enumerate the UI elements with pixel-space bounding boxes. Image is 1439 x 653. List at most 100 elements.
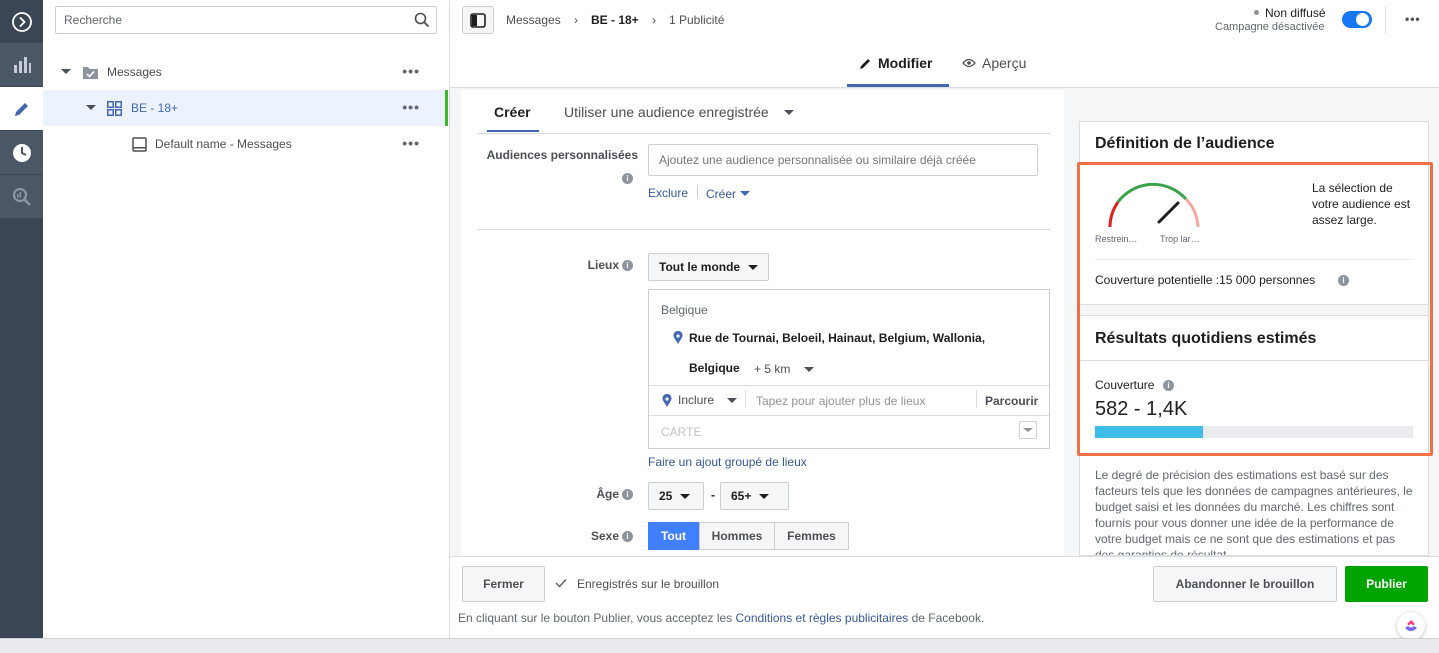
exclude-link[interactable]: Exclure bbox=[648, 186, 688, 200]
info-icon[interactable]: i bbox=[622, 531, 633, 542]
gender-label: Sexe bbox=[590, 529, 619, 543]
location-pin-icon bbox=[662, 394, 672, 407]
gender-men-button[interactable]: Hommes bbox=[699, 522, 775, 550]
bar-chart-icon bbox=[13, 56, 31, 73]
history-nav-button[interactable] bbox=[0, 131, 43, 174]
saved-status: Enregistrés sur le brouillon bbox=[577, 577, 720, 591]
status-title: Non diffusé bbox=[1265, 6, 1326, 20]
age-max-dropdown[interactable]: 65+ bbox=[720, 482, 789, 510]
dropdown-caret-icon bbox=[680, 493, 691, 499]
checkmark-icon bbox=[555, 578, 567, 588]
info-icon[interactable]: i bbox=[622, 489, 633, 500]
expand-nav-button[interactable] bbox=[0, 0, 43, 43]
sidebar-toggle-icon bbox=[470, 12, 486, 28]
dropdown-caret-icon[interactable] bbox=[804, 367, 814, 372]
tab-edit[interactable]: Modifier bbox=[859, 55, 932, 71]
terms-text: En cliquant sur le bouton Publier, vous … bbox=[458, 611, 985, 625]
breadcrumb-separator-icon: › bbox=[574, 13, 578, 27]
help-widget-button[interactable] bbox=[1397, 612, 1425, 640]
terms-link[interactable]: Conditions et règles publicitaires bbox=[736, 611, 909, 625]
audience-form: Créer Utiliser une audience enregistrée … bbox=[461, 90, 1064, 556]
subtab-indicator bbox=[487, 130, 539, 132]
pencil-icon bbox=[860, 58, 870, 69]
map-toggle[interactable]: CARTE bbox=[661, 425, 701, 439]
estimate-disclaimer: Le degré de précision des estimations es… bbox=[1095, 468, 1413, 556]
search-box bbox=[55, 6, 437, 34]
tab-preview[interactable]: Aperçu bbox=[962, 55, 1026, 71]
status-subtitle: Campagne désactivée bbox=[1215, 21, 1325, 33]
custom-audiences-label: Audiences personnalisées bbox=[486, 148, 638, 162]
edit-nav-button[interactable] bbox=[0, 87, 43, 130]
location-pin-icon bbox=[673, 331, 683, 344]
left-nav-rail bbox=[0, 0, 43, 638]
folder-check-icon bbox=[83, 67, 98, 79]
adset-grid-icon bbox=[107, 101, 122, 116]
dropdown-caret-icon bbox=[759, 493, 770, 499]
map-expand-button[interactable] bbox=[1019, 421, 1037, 439]
more-options-icon[interactable]: ••• bbox=[402, 100, 420, 114]
clickup-logo-icon bbox=[1405, 620, 1417, 631]
browse-button[interactable]: Parcourir bbox=[985, 394, 1038, 408]
radius-dropdown[interactable]: + 5 km bbox=[754, 362, 790, 376]
subtab-saved-audience[interactable]: Utiliser une audience enregistrée bbox=[564, 104, 769, 120]
reports-nav-button[interactable] bbox=[0, 43, 43, 86]
dropdown-caret-icon[interactable] bbox=[784, 110, 794, 115]
info-icon[interactable]: i bbox=[622, 260, 633, 271]
gender-all-button[interactable]: Tout bbox=[648, 522, 699, 550]
bulk-add-locations-link[interactable]: Faire un ajout groupé de lieux bbox=[648, 455, 807, 469]
location-address: Rue de Tournai, Beloeil, Hainaut, Belgiu… bbox=[689, 331, 986, 345]
tree-item-label: BE - 18+ bbox=[131, 101, 179, 115]
search-icon[interactable] bbox=[414, 12, 430, 28]
tree-item-label: Messages bbox=[107, 65, 162, 79]
breadcrumb-ad[interactable]: 1 Publicité bbox=[669, 13, 724, 27]
age-min-dropdown[interactable]: 25 bbox=[648, 482, 704, 510]
magnify-chart-icon bbox=[12, 187, 31, 206]
tree-item-ad[interactable]: Default name - Messages ••• bbox=[43, 126, 448, 162]
campaign-toggle[interactable] bbox=[1342, 11, 1372, 28]
discard-draft-button[interactable]: Abandonner le brouillon bbox=[1153, 566, 1337, 602]
gender-women-button[interactable]: Femmes bbox=[774, 522, 849, 550]
location-address-country: Belgique bbox=[689, 361, 740, 375]
age-label: Âge bbox=[596, 487, 619, 501]
country-label: Belgique bbox=[661, 303, 708, 317]
collapse-caret-icon[interactable] bbox=[86, 105, 96, 110]
dropdown-caret-icon[interactable] bbox=[740, 191, 750, 196]
top-bar: Messages › BE - 18+ › 1 Publicité Non di… bbox=[450, 0, 1439, 40]
location-type-dropdown[interactable]: Tout le monde bbox=[648, 253, 770, 281]
inspect-nav-button[interactable] bbox=[0, 175, 43, 218]
breadcrumb-separator-icon: › bbox=[652, 13, 656, 27]
tree-item-label: Default name - Messages bbox=[155, 137, 292, 151]
dropdown-caret-icon[interactable] bbox=[727, 398, 737, 403]
chevron-right-circle-icon bbox=[11, 11, 32, 32]
toggle-panel-button[interactable] bbox=[462, 6, 494, 34]
locations-label: Lieux bbox=[587, 258, 619, 272]
status-dot-icon bbox=[1254, 10, 1259, 15]
include-dropdown[interactable]: Inclure bbox=[678, 393, 714, 407]
more-options-icon[interactable]: ••• bbox=[402, 64, 420, 78]
clock-icon bbox=[12, 143, 31, 162]
publish-button[interactable]: Publier bbox=[1345, 566, 1428, 602]
eye-icon bbox=[962, 58, 976, 68]
add-location-input[interactable]: Tapez pour ajouter plus de lieux bbox=[756, 394, 925, 408]
tree-item-campaign[interactable]: Messages ••• bbox=[43, 54, 448, 90]
close-button[interactable]: Fermer bbox=[462, 566, 545, 602]
subtab-create[interactable]: Créer bbox=[494, 104, 531, 120]
age-separator: - bbox=[711, 488, 715, 502]
audience-title: Définition de l’audience bbox=[1095, 135, 1275, 152]
footer-bar: Fermer Enregistrés sur le brouillon Aban… bbox=[450, 556, 1439, 640]
more-options-icon[interactable]: ••• bbox=[402, 136, 420, 150]
create-audience-link[interactable]: Créer bbox=[706, 187, 736, 201]
info-icon[interactable]: i bbox=[622, 173, 633, 184]
more-options-icon[interactable]: ••• bbox=[1405, 13, 1421, 25]
search-input[interactable] bbox=[56, 7, 396, 33]
ad-preview-icon bbox=[132, 137, 147, 152]
breadcrumb-adset[interactable]: BE - 18+ bbox=[591, 13, 639, 27]
dropdown-caret-icon bbox=[748, 264, 759, 270]
collapse-caret-icon[interactable] bbox=[61, 69, 71, 74]
breadcrumb-campaign[interactable]: Messages bbox=[506, 13, 561, 27]
highlight-frame bbox=[1077, 162, 1433, 456]
custom-audience-input[interactable] bbox=[648, 144, 1038, 176]
locations-box: Belgique Rue de Tournai, Beloeil, Hainau… bbox=[648, 289, 1050, 449]
tree-item-adset[interactable]: BE - 18+ ••• bbox=[43, 90, 448, 126]
pencil-icon bbox=[14, 102, 28, 116]
